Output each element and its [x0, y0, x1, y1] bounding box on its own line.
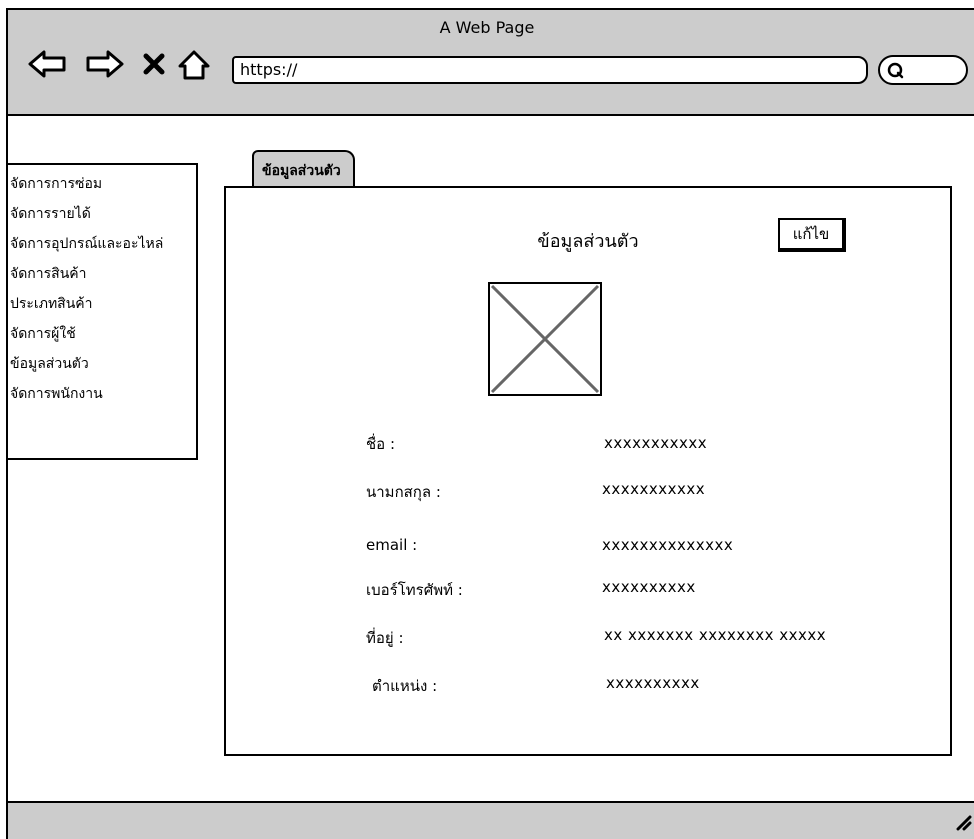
back-arrow-icon[interactable]	[26, 46, 70, 82]
search-box[interactable]	[878, 55, 968, 85]
close-icon[interactable]	[142, 52, 166, 76]
field-value-address: xx xxxxxxx xxxxxxxx xxxxx	[604, 626, 827, 644]
field-value-position: xxxxxxxxxx	[606, 674, 700, 692]
profile-panel: ข้อมูลส่วนตัว แก้ไข ชื่อ : xxxxxxxxxxx น…	[224, 186, 952, 756]
sidebar-item-equipment[interactable]: จัดการอุปกรณ์และอะไหล่	[8, 229, 196, 259]
field-label-phone: เบอร์โทรศัพท์ :	[366, 581, 463, 599]
home-icon[interactable]	[176, 48, 212, 82]
status-bar	[6, 801, 974, 839]
sidebar-item-users[interactable]: จัดการผู้ใช้	[8, 319, 196, 349]
field-label-email: email :	[366, 536, 418, 554]
search-icon	[887, 62, 904, 79]
edit-button[interactable]: แก้ไข	[778, 218, 846, 252]
tab-profile[interactable]: ข้อมูลส่วนตัว	[252, 150, 355, 186]
field-label-name: ชื่อ :	[366, 435, 396, 453]
profile-photo	[488, 282, 602, 396]
image-placeholder-icon	[490, 284, 600, 394]
sidebar-item-income[interactable]: จัดการรายได้	[8, 199, 196, 229]
sidebar-item-product-types[interactable]: ประเภทสินค้า	[8, 289, 196, 319]
url-input[interactable]: https://	[232, 56, 868, 84]
field-value-email: xxxxxxxxxxxxxx	[602, 536, 734, 554]
sidebar-item-repair[interactable]: จัดการการซ่อม	[8, 169, 196, 199]
field-label-position: ตำแหน่ง :	[372, 677, 438, 695]
forward-arrow-icon[interactable]	[82, 46, 126, 82]
sidebar-item-profile[interactable]: ข้อมูลส่วนตัว	[8, 349, 196, 379]
sidebar-item-employees[interactable]: จัดการพนักงาน	[8, 379, 196, 409]
sidebar-item-products[interactable]: จัดการสินค้า	[8, 259, 196, 289]
window-title: A Web Page	[439, 18, 535, 37]
field-label-address: ที่อยู่ :	[366, 629, 404, 647]
sidebar-menu: จัดการการซ่อม จัดการรายได้ จัดการอุปกรณ์…	[6, 163, 198, 460]
field-value-name: xxxxxxxxxxx	[604, 434, 708, 452]
field-value-surname: xxxxxxxxxxx	[602, 480, 706, 498]
field-value-phone: xxxxxxxxxx	[602, 578, 696, 596]
resize-grip-icon[interactable]	[952, 811, 972, 831]
field-label-surname: นามกสกุล :	[366, 483, 441, 501]
